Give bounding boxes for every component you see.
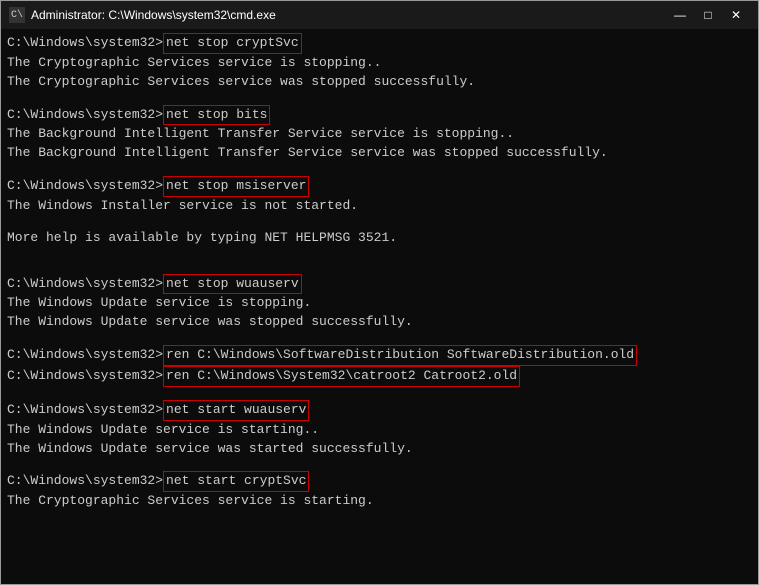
cmd-icon: C\ <box>9 7 25 23</box>
command-text: net stop wuauserv <box>163 274 302 295</box>
close-button[interactable]: ✕ <box>722 4 750 26</box>
output-line: The Windows Update service was started s… <box>7 440 752 459</box>
command-line: C:\Windows\system32>net stop bits <box>7 105 752 126</box>
command-line: C:\Windows\system32>net stop cryptSvc <box>7 33 752 54</box>
prompt: C:\Windows\system32> <box>7 367 163 386</box>
command-line: C:\Windows\system32>net stop wuauserv <box>7 274 752 295</box>
title-bar-left: C\ Administrator: C:\Windows\system32\cm… <box>9 7 276 23</box>
prompt: C:\Windows\system32> <box>7 275 163 294</box>
command-line: C:\Windows\system32>net stop msiserver <box>7 176 752 197</box>
window-title: Administrator: C:\Windows\system32\cmd.e… <box>31 8 276 22</box>
window-controls[interactable]: — □ ✕ <box>666 4 750 26</box>
output-line: The Windows Update service was stopped s… <box>7 313 752 332</box>
output-line: More help is available by typing NET HEL… <box>7 229 752 248</box>
output-line: The Background Intelligent Transfer Serv… <box>7 125 752 144</box>
output-line: The Cryptographic Services service is st… <box>7 492 752 511</box>
prompt: C:\Windows\system32> <box>7 401 163 420</box>
output-line: The Windows Update service is starting.. <box>7 421 752 440</box>
command-text: net stop msiserver <box>163 176 309 197</box>
prompt: C:\Windows\system32> <box>7 106 163 125</box>
command-line: C:\Windows\system32>net start wuauserv <box>7 400 752 421</box>
minimize-button[interactable]: — <box>666 4 694 26</box>
prompt: C:\Windows\system32> <box>7 177 163 196</box>
output-line: The Cryptographic Services service is st… <box>7 54 752 73</box>
command-text: ren C:\Windows\SoftwareDistribution Soft… <box>163 345 637 366</box>
command-line: C:\Windows\system32>ren C:\Windows\Softw… <box>7 345 752 366</box>
title-bar: C\ Administrator: C:\Windows\system32\cm… <box>1 1 758 29</box>
command-text: ren C:\Windows\System32\catroot2 Catroot… <box>163 366 520 387</box>
command-text: net stop bits <box>163 105 270 126</box>
output-line: The Cryptographic Services service was s… <box>7 73 752 92</box>
terminal-body[interactable]: C:\Windows\system32>net stop cryptSvcThe… <box>1 29 758 584</box>
output-line: The Windows Update service is stopping. <box>7 294 752 313</box>
command-text: net start cryptSvc <box>163 471 309 492</box>
command-text: net start wuauserv <box>163 400 309 421</box>
command-line: C:\Windows\system32>ren C:\Windows\Syste… <box>7 366 752 387</box>
output-line: The Background Intelligent Transfer Serv… <box>7 144 752 163</box>
maximize-button[interactable]: □ <box>694 4 722 26</box>
cmd-window: C\ Administrator: C:\Windows\system32\cm… <box>0 0 759 585</box>
prompt: C:\Windows\system32> <box>7 34 163 53</box>
command-line: C:\Windows\system32>net start cryptSvc <box>7 471 752 492</box>
prompt: C:\Windows\system32> <box>7 472 163 491</box>
output-line: The Windows Installer service is not sta… <box>7 197 752 216</box>
prompt: C:\Windows\system32> <box>7 346 163 365</box>
command-text: net stop cryptSvc <box>163 33 302 54</box>
